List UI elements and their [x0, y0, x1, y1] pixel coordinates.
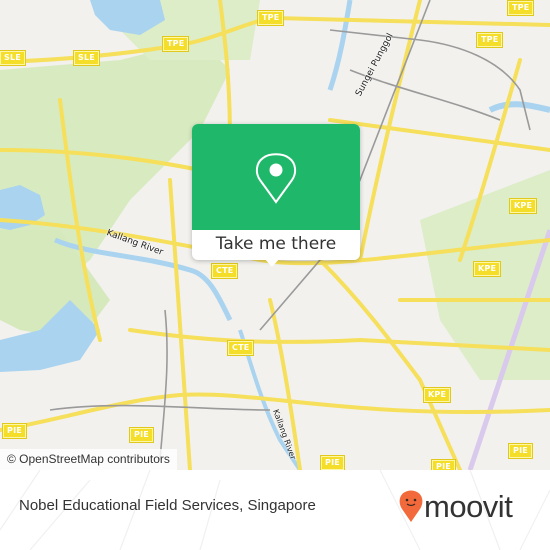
map-attribution[interactable]: © OpenStreetMap contributors [0, 449, 177, 470]
highway-shield: PIE [431, 459, 456, 470]
footer: Nobel Educational Field Services, Singap… [0, 470, 550, 550]
highway-shield: PIE [129, 427, 154, 443]
popup-header [192, 124, 360, 230]
highway-shield: PIE [2, 423, 27, 439]
highway-shield: TPE [256, 10, 285, 26]
location-popup[interactable]: Take me there [192, 124, 360, 267]
highway-shield: KPE [472, 261, 502, 277]
highway-shield: PIE [320, 455, 345, 470]
highway-shield: SLE [0, 50, 26, 66]
highway-shield: KPE [508, 198, 538, 214]
highway-shield: CTE [210, 263, 239, 279]
highway-shield: TPE [475, 32, 504, 48]
take-me-there-button[interactable]: Take me there [192, 230, 360, 260]
moovit-wordmark: moovit [424, 489, 513, 524]
moovit-pin-icon [399, 490, 423, 522]
highway-shield: TPE [506, 0, 535, 16]
place-name: Nobel Educational Field Services, Singap… [19, 497, 316, 514]
highway-shield: KPE [422, 387, 452, 403]
highway-shield: SLE [73, 50, 100, 66]
popup-tail [264, 258, 280, 267]
map-pin-icon [255, 153, 297, 204]
highway-shield: PIE [508, 443, 533, 459]
highway-shield: TPE [161, 36, 190, 52]
highway-shield: CTE [226, 340, 255, 356]
